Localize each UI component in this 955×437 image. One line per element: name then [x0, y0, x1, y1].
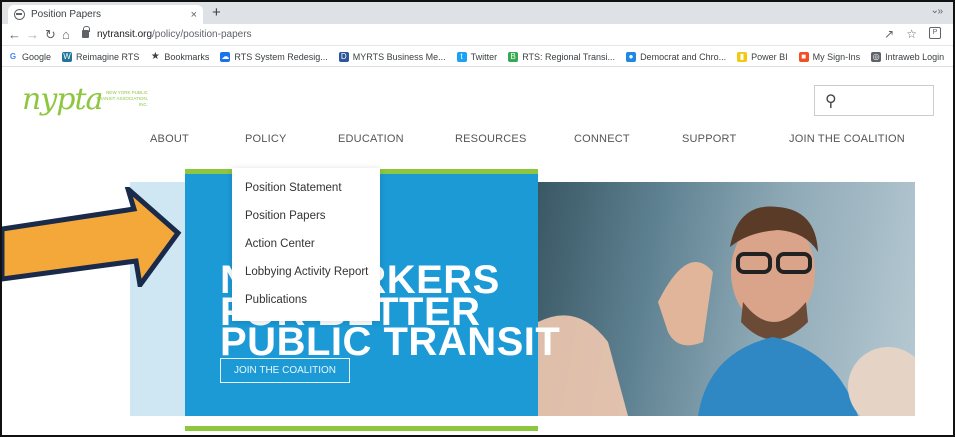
dropdown-item-position-papers[interactable]: Position Papers [245, 210, 326, 222]
globe-icon [14, 9, 25, 20]
annotation-arrow-icon [2, 187, 182, 287]
bus-icon: B [508, 51, 519, 62]
policy-dropdown-menu: Position Statement Position Papers Actio… [232, 168, 380, 321]
close-tab-icon[interactable]: × [191, 9, 197, 21]
tab-position-papers[interactable]: Position Papers × [8, 5, 203, 24]
hero-photo-illustration [538, 206, 915, 416]
bookmark-label: Power BI [751, 51, 788, 62]
browser-window: Position Papers × + ⌄ ← → ↻ ⌂ nytransit.… [0, 0, 955, 437]
url-path: /policy/position-papers [152, 29, 252, 40]
bookmark-label: Bookmarks [164, 51, 210, 62]
dropdown-item-action-center[interactable]: Action Center [245, 238, 315, 250]
bookmark-label: Twitter [470, 51, 498, 62]
lock-icon[interactable] [82, 26, 90, 38]
search-icon[interactable]: ⚲ [825, 91, 837, 111]
bookmark-label: RTS: Regional Transi... [522, 51, 616, 62]
bookmark-item[interactable]: W Reimagine RTS [62, 51, 140, 62]
dropdown-item-position-statement[interactable]: Position Statement [245, 182, 342, 194]
bookmark-item[interactable]: ☁ RTS System Redesig... [220, 51, 328, 62]
nav-education[interactable]: EDUCATION [338, 133, 404, 145]
bookmarks-bar: G Google W Reimagine RTS ★ Bookmarks ☁ RTS Syst… [2, 47, 953, 67]
wordpress-icon: W [62, 51, 73, 62]
cloud-icon: ☁ [220, 51, 231, 62]
nav-support[interactable]: SUPPORT [682, 133, 736, 145]
bookmark-item[interactable]: G Google [8, 52, 51, 62]
dropdown-item-publications[interactable]: Publications [245, 294, 307, 306]
nav-policy[interactable]: POLICY [245, 133, 287, 145]
bookmark-item[interactable]: ★ Bookmarks [150, 50, 210, 62]
hero-headline-line-3: PUBLIC TRANSIT [220, 320, 561, 364]
hero-accent-bar-bottom [185, 426, 538, 431]
globe-icon: ◎ [871, 51, 882, 62]
url-domain: nytransit.org [97, 29, 153, 40]
bookmark-star-icon[interactable]: ☆ [906, 27, 917, 41]
bookmark-label: RTS System Redesig... [234, 51, 328, 62]
app-icon: D [338, 51, 349, 62]
bookmark-label: Reimagine RTS [76, 51, 140, 62]
powerbi-icon: ▮ [737, 51, 748, 62]
nav-connect[interactable]: CONNECT [574, 133, 630, 145]
star-icon: ★ [150, 50, 160, 62]
bookmark-item[interactable]: ▮ Power BI [737, 51, 788, 62]
bookmark-item[interactable]: ◎ Intraweb Login [871, 51, 945, 62]
back-icon[interactable]: ← [8, 27, 21, 42]
bookmarks-overflow-icon[interactable]: » [937, 6, 943, 17]
new-tab-button[interactable]: + [212, 4, 221, 21]
bookmark-label: Google [22, 51, 52, 62]
reload-icon[interactable]: ↻ [45, 27, 56, 43]
news-icon: ● [626, 51, 637, 62]
bookmark-label: MYRTS Business Me... [352, 51, 446, 62]
twitter-icon: t [456, 51, 467, 62]
address-bar[interactable]: nytransit.org/policy/position-papers [97, 29, 252, 40]
bookmark-label: My Sign-Ins [812, 51, 861, 62]
nav-join-the-coalition[interactable]: JOIN THE COALITION [789, 133, 905, 145]
bookmark-label: Intraweb Login [885, 51, 945, 62]
bookmark-label: Democrat and Chro... [640, 51, 727, 62]
nav-resources[interactable]: RESOURCES [455, 133, 526, 145]
dropdown-item-lobbying-activity-report[interactable]: Lobbying Activity Report [245, 266, 368, 278]
bookmark-item[interactable]: ■ My Sign-Ins [798, 51, 861, 62]
share-icon[interactable]: ↗ [884, 27, 894, 41]
bookmark-item[interactable]: ● Democrat and Chro... [626, 51, 727, 62]
forward-icon[interactable]: → [26, 27, 39, 42]
tab-title: Position Papers [31, 9, 102, 20]
site-logo-tagline: NEW YORK PUBLIC TRANSIT ASSOCIATION, INC… [96, 90, 148, 107]
bookmark-item[interactable]: D MYRTS Business Me... [338, 51, 446, 62]
bookmark-item[interactable]: t Twitter [456, 51, 498, 62]
microsoft-icon: ■ [798, 51, 809, 62]
join-the-coalition-button[interactable]: JOIN THE COALITION [220, 358, 350, 383]
address-toolbar: ← → ↻ ⌂ nytransit.org/policy/position-pa… [2, 24, 953, 46]
nav-about[interactable]: ABOUT [150, 133, 189, 145]
google-icon: G [9, 51, 17, 61]
bookmark-item[interactable]: B RTS: Regional Transi... [508, 51, 616, 62]
tab-strip: Position Papers × + ⌄ [2, 2, 953, 24]
extension-icon[interactable]: P [929, 27, 941, 39]
site-search-box[interactable]: ⚲ [814, 85, 934, 116]
home-icon[interactable]: ⌂ [62, 27, 70, 42]
